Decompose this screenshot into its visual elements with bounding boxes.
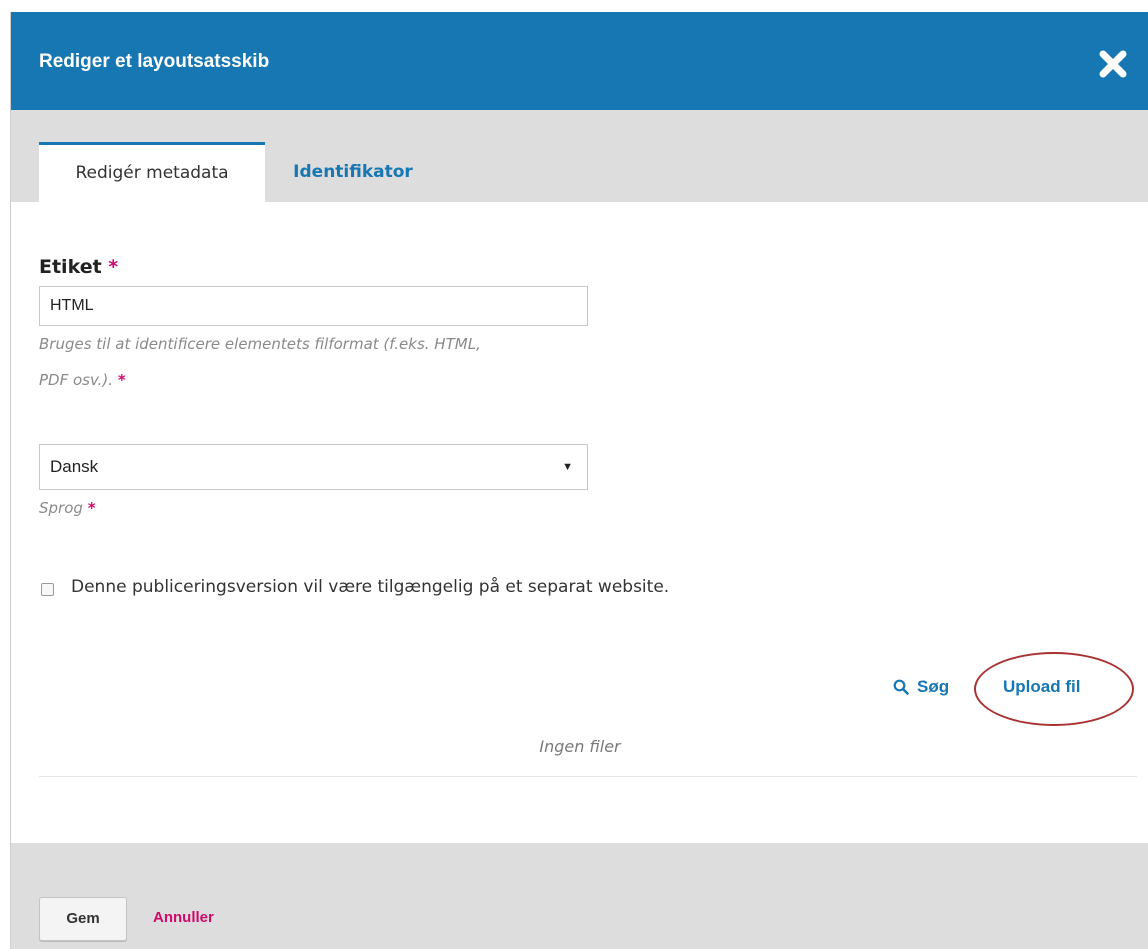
required-mark: * (87, 499, 96, 517)
required-mark: * (117, 371, 126, 389)
modal-dialog: Rediger et layoutsatsskib Redigér metada… (10, 12, 1148, 949)
no-files-text: Ingen filer (539, 737, 621, 756)
divider (39, 776, 1137, 777)
label-field-label: Etiket * (39, 256, 118, 278)
close-icon (1099, 50, 1127, 78)
search-files-label: Søg (917, 677, 950, 696)
modal-header: Rediger et layoutsatsskib (11, 12, 1148, 110)
label-help-text-line2: PDF osv.). * (39, 364, 126, 396)
cancel-link[interactable]: Annuller (153, 909, 214, 926)
save-button[interactable]: Gem (39, 897, 127, 941)
label-field-label-text: Etiket (39, 256, 102, 278)
remote-url-checkbox-label[interactable]: Denne publiceringsversion vil være tilgæ… (71, 577, 669, 597)
upload-file-link[interactable]: Upload fil (1003, 677, 1080, 697)
label-help-text-line1: Bruges til at identificere elementets fi… (39, 335, 481, 353)
language-help-text-label: Sprog (39, 499, 83, 517)
search-icon (893, 679, 909, 695)
modal-footer: Gem Annuller (11, 843, 1148, 949)
search-files-link[interactable]: Søg (893, 677, 949, 697)
tab-identifier[interactable]: Identifikator (273, 142, 433, 202)
modal-title: Rediger et layoutsatsskib (39, 51, 270, 72)
label-help-text-line2-text: PDF osv.). (39, 371, 114, 389)
close-button[interactable] (1097, 48, 1129, 80)
label-input[interactable]: HTML (39, 286, 588, 326)
tab-edit-metadata[interactable]: Redigér metadata (39, 142, 265, 202)
tab-bar: Redigér metadata Identifikator (11, 110, 1148, 202)
language-selected-value: Dansk (50, 457, 99, 476)
remote-url-checkbox[interactable] (41, 583, 54, 596)
language-help-text: Sprog * (39, 492, 96, 524)
dropdown-arrow-icon: ▼ (562, 461, 573, 473)
language-select[interactable]: Dansk ▼ (39, 444, 588, 490)
required-mark: * (108, 256, 119, 278)
